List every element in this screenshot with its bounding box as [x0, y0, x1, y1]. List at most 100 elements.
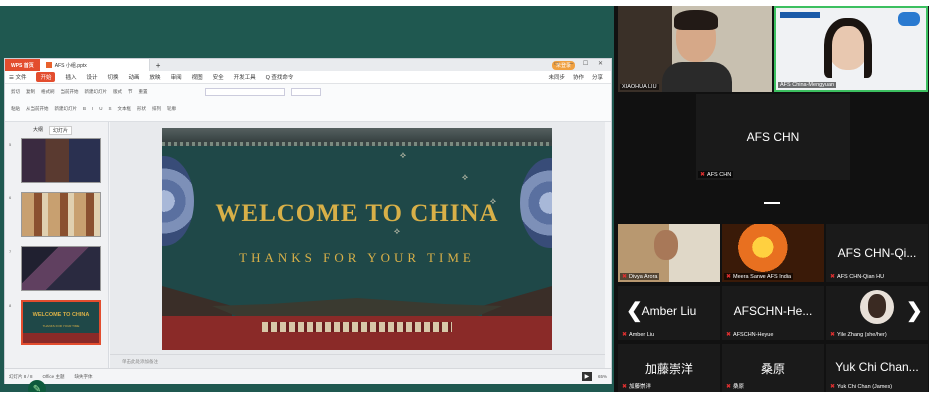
- menu-design[interactable]: 设计: [87, 73, 98, 81]
- menu-animation[interactable]: 动画: [129, 73, 140, 81]
- notes-area[interactable]: 单击此处添加备注: [110, 354, 605, 368]
- wps-window: WPS 首页 AFS 小组.pptx + 未登录 ▭ ─ ☐ ✕ ☰ 文件 开始…: [4, 58, 612, 384]
- video-tile-meera[interactable]: ✖ Meera Sarwe AFS India: [722, 224, 824, 282]
- search-command[interactable]: Q 查找命令: [266, 73, 294, 81]
- menu-insert[interactable]: 插入: [65, 73, 76, 81]
- reset-button[interactable]: 重置: [139, 89, 148, 95]
- new-slide-button[interactable]: 新建幻灯片: [85, 89, 108, 95]
- name-tag-qian: ✖ AFS CHN-Qian HU: [830, 273, 885, 281]
- video-tile-jia[interactable]: 加藤崇洋 ✖ 加藤崇洋: [618, 344, 720, 392]
- menu-dev-tools[interactable]: 开发工具: [234, 73, 256, 81]
- crane-icon: ⟡: [462, 172, 468, 182]
- copy-button[interactable]: 复制: [26, 89, 35, 95]
- cut-button[interactable]: 剪切: [11, 89, 20, 95]
- right-eave: [482, 286, 552, 318]
- new-slide-button-2[interactable]: 新建幻灯片: [55, 106, 78, 112]
- textbox-button[interactable]: 文本框: [118, 106, 132, 112]
- slide-thumbnail[interactable]: [21, 192, 101, 237]
- bold-button[interactable]: B: [83, 106, 86, 112]
- avatar-hair: [868, 294, 886, 318]
- mic-muted-icon: ✖: [726, 274, 732, 280]
- ribbon-row-1: 剪切 复制 格式刷 当前开始 新建幻灯片 版式 节 重置: [11, 89, 148, 95]
- slide-eaves: [162, 128, 552, 146]
- thumb-number: 6: [9, 195, 12, 200]
- shape-button[interactable]: 形状: [137, 106, 146, 112]
- menu-view[interactable]: 视图: [192, 73, 203, 81]
- paste-button[interactable]: 粘贴: [11, 106, 20, 112]
- share-button[interactable]: 分享: [592, 73, 603, 81]
- video-tile-sang[interactable]: 桑原 ✖ 桑原: [722, 344, 824, 392]
- tile-name-yuk: Yuk Chi Chan...: [835, 360, 919, 374]
- menu-bar: ☰ 文件 开始 插入 设计 切换 动画 放映 审阅 视图 安全 开发工具 Q 查…: [5, 71, 611, 84]
- slide-thumbnail[interactable]: [21, 138, 101, 183]
- missing-fonts[interactable]: 缺失字体: [74, 374, 92, 380]
- name-tag-afs-chn: ✖ AFS CHN: [698, 171, 734, 178]
- menu-slideshow[interactable]: 放映: [150, 73, 161, 81]
- italic-button[interactable]: I: [92, 106, 93, 112]
- window-controls[interactable]: ▭ ─ ☐ ✕: [554, 60, 607, 67]
- slide-thumbnail[interactable]: [21, 246, 101, 291]
- tab-slides[interactable]: 幻灯片: [49, 126, 73, 135]
- screen-share-area: WPS 首页 AFS 小组.pptx + 未登录 ▭ ─ ☐ ✕ ☰ 文件 开始…: [0, 6, 614, 392]
- arrange-button[interactable]: 排列: [152, 106, 161, 112]
- video-tile-afs-chn[interactable]: AFS CHN ✖ AFS CHN: [696, 94, 850, 180]
- left-eave: [162, 286, 232, 318]
- from-current-button[interactable]: 从当前开始: [26, 106, 49, 112]
- annotation-pen-icon[interactable]: ✎: [28, 380, 46, 392]
- collaborate-button[interactable]: 协作: [573, 73, 584, 81]
- tab-document-label: AFS 小组.pptx: [54, 62, 87, 69]
- outline-button[interactable]: 轮廓: [167, 106, 176, 112]
- participants-panel: XIAOHUA LIU AFS China-Mengyuan AFS CHN ✖…: [614, 6, 929, 392]
- menu-review[interactable]: 审阅: [171, 73, 182, 81]
- tab-wps-home[interactable]: WPS 首页: [5, 59, 40, 71]
- zoom-level[interactable]: 65%: [598, 374, 607, 379]
- tile-name-qian: AFS CHN-Qi...: [837, 246, 917, 260]
- menu-transition[interactable]: 切换: [108, 73, 119, 81]
- menu-right: 未同步 协作 分享: [548, 73, 611, 81]
- video-tile-mengyuan[interactable]: AFS China-Mengyuan: [774, 6, 928, 92]
- format-painter-button[interactable]: 格式刷: [41, 89, 55, 95]
- video-tile-yuk[interactable]: Yuk Chi Chan... ✖ Yuk Chi Chan (James): [826, 344, 928, 392]
- mic-muted-icon: ✖: [622, 332, 628, 338]
- name-tag-jia: ✖ 加藤崇洋: [622, 383, 652, 391]
- strike-button[interactable]: S: [109, 106, 112, 112]
- video-tile-qian[interactable]: AFS CHN-Qi... ✖ AFS CHN-Qian HU: [826, 224, 928, 282]
- participant-body: [662, 62, 732, 92]
- slide-panel: 大纲 幻灯片 5 6 7 8 WELCOME TO CHINA THANKS F…: [5, 122, 109, 368]
- menu-security[interactable]: 安全: [213, 73, 224, 81]
- sync-status[interactable]: 未同步: [548, 73, 565, 81]
- slide-canvas[interactable]: ⟡ ⟡ ⟡ ⟡ WELCOME TO CHINA THANKS FOR YOUR…: [162, 128, 552, 350]
- pptx-icon: [45, 62, 52, 68]
- font-size-select[interactable]: [291, 88, 321, 96]
- tile-name-afs-chn: AFS CHN: [746, 130, 800, 144]
- prev-page-icon[interactable]: ❮: [626, 298, 643, 323]
- ribbon-row-2: 粘贴 从当前开始 新建幻灯片 B I U S 文本框 形状 排列 轮廓: [11, 106, 176, 112]
- add-tab-button[interactable]: +: [150, 61, 167, 70]
- video-tile-divya[interactable]: ✖ Divya Arora: [618, 224, 720, 282]
- name-tag-yuk: ✖ Yuk Chi Chan (James): [830, 383, 893, 391]
- layout-button[interactable]: 版式: [113, 89, 122, 95]
- tab-bar: WPS 首页 AFS 小组.pptx + 未登录 ▭ ─ ☐ ✕: [5, 59, 611, 71]
- play-icon[interactable]: ▶: [581, 372, 592, 381]
- mic-muted-icon: ✖: [830, 332, 836, 338]
- thumb-wall: [23, 333, 99, 343]
- mic-muted-icon: ✖: [830, 384, 836, 390]
- mic-muted-icon: ✖: [726, 332, 732, 338]
- tab-document[interactable]: AFS 小组.pptx: [39, 59, 150, 71]
- thumb-subtitle: THANKS FOR YOUR TIME: [42, 324, 80, 328]
- tab-outline[interactable]: 大纲: [33, 126, 43, 135]
- font-select[interactable]: [205, 88, 285, 96]
- minimize-icon[interactable]: [764, 202, 780, 204]
- video-tile-xiaohua[interactable]: XIAOHUA LIU: [618, 6, 772, 92]
- video-tile-heyue[interactable]: AFSCHN-He... ✖ AFSCHN-Heyue: [722, 286, 824, 340]
- section-button[interactable]: 节: [128, 89, 133, 95]
- afs-logo-icon: [898, 12, 920, 26]
- next-page-icon[interactable]: ❯: [906, 298, 923, 323]
- menu-start[interactable]: 开始: [36, 72, 56, 82]
- start-current-button[interactable]: 当前开始: [61, 89, 79, 95]
- underline-button[interactable]: U: [99, 106, 102, 112]
- mic-muted-icon: ✖: [726, 383, 732, 390]
- slide-thumbnail-selected[interactable]: WELCOME TO CHINA THANKS FOR YOUR TIME: [21, 300, 101, 345]
- mic-muted-icon: ✖: [622, 383, 628, 390]
- file-menu[interactable]: ☰ 文件: [9, 73, 26, 81]
